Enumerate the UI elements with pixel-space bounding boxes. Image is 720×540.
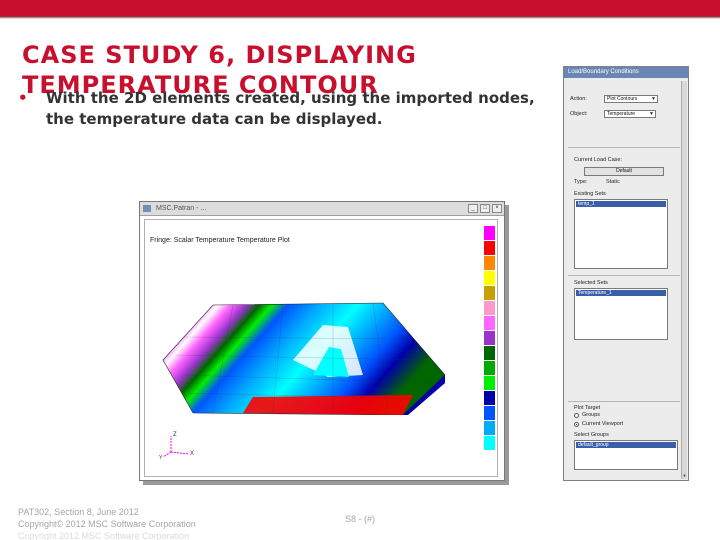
slide-title-line1: CASE STUDY 6, DISPLAYING [22, 41, 417, 69]
list-item[interactable]: Temperature_1 [576, 290, 666, 296]
type-value: Static [606, 179, 620, 185]
select-groups-list[interactable]: default_group [574, 440, 678, 470]
legend-swatch [484, 316, 495, 331]
axis-x-label: X [190, 451, 194, 457]
slide-number: S8 - (#) [345, 514, 376, 524]
panel-titlebar: Load/Boundary Conditions [564, 67, 688, 78]
legend-swatch [484, 406, 495, 421]
panel-scrollbar[interactable]: ▼ [681, 81, 687, 479]
chevron-down-icon: ▼ [651, 96, 656, 102]
load-case-button[interactable]: Default [584, 167, 664, 176]
legend-swatch [484, 421, 495, 436]
existing-sets-list[interactable]: temp_1 [574, 199, 668, 269]
footer-copyright: Copyright© 2012 MSC Software Corporation [18, 519, 196, 529]
separator [568, 275, 680, 276]
groups-radio[interactable] [574, 413, 579, 418]
current-viewport-radio[interactable] [574, 422, 579, 427]
groups-radio-label: Groups [582, 412, 601, 418]
object-select[interactable]: Temperature ▼ [604, 110, 656, 118]
legend-swatch [484, 226, 495, 241]
selected-sets-list[interactable]: Temperature_1 [574, 288, 668, 340]
chevron-down-icon: ▼ [649, 111, 654, 117]
action-label: Action: [570, 96, 587, 102]
selected-sets-label: Selected Sets [574, 280, 608, 286]
axis-y-label: Y [159, 455, 163, 460]
viewport[interactable]: Fringe: Scalar Temperature Temperature P… [144, 219, 498, 477]
panel-title: Load/Boundary Conditions [568, 69, 639, 75]
bullet-marker: • [18, 89, 28, 107]
legend-swatch [484, 391, 495, 406]
plot-window[interactable]: MSC.Patran - ... _ □ × Fringe: Scalar Te… [139, 201, 505, 481]
current-viewport-radio-label: Current Viewport [582, 421, 624, 427]
legend-swatch [484, 361, 495, 376]
list-item[interactable]: default_group [576, 442, 676, 448]
object-label: Object: [570, 111, 588, 117]
load-boundary-panel[interactable]: Load/Boundary Conditions Action: Plot Co… [563, 66, 689, 481]
app-icon [143, 205, 151, 212]
separator [568, 147, 680, 148]
footer-text: PAT302, Section 8, June 2012 Copyright© … [18, 506, 196, 530]
legend-swatch [484, 256, 495, 271]
coordinate-triad: Z X Y [159, 432, 194, 460]
plot-target-label: Plot Target [574, 405, 601, 411]
legend-swatch [484, 271, 495, 286]
type-label: Type: [574, 179, 588, 185]
maximize-button[interactable]: □ [480, 204, 490, 213]
legend-swatch [484, 331, 495, 346]
select-groups-label: Select Groups [574, 432, 609, 438]
separator [568, 401, 680, 402]
top-accent-bar [0, 0, 720, 16]
legend-swatch [484, 451, 495, 466]
legend-swatch [484, 346, 495, 361]
fringe-plot-title: Fringe: Scalar Temperature Temperature P… [150, 237, 290, 244]
close-button[interactable]: × [492, 204, 502, 213]
footer-copyright-ghost: Copyright 2012 MSC Software Corporation [18, 532, 190, 540]
footer-course: PAT302, Section 8, June 2012 [18, 507, 139, 517]
minimize-button[interactable]: _ [468, 204, 478, 213]
list-item[interactable]: temp_1 [576, 201, 666, 207]
action-select[interactable]: Plot Contours ▼ [604, 95, 658, 103]
action-value: Plot Contours [607, 96, 638, 102]
legend-swatch [484, 436, 495, 451]
plot-window-titlebar[interactable]: MSC.Patran - ... _ □ × [140, 202, 504, 216]
legend-swatch [484, 301, 495, 316]
axis-z-label: Z [173, 432, 177, 438]
existing-sets-label: Existing Sets [574, 191, 606, 197]
top-accent-shadow [0, 16, 720, 19]
legend-swatch [484, 376, 495, 391]
bullet-text: With the 2D elements created, using the … [46, 89, 535, 128]
temperature-contour-surface [162, 302, 445, 415]
scroll-down-icon[interactable]: ▼ [682, 473, 687, 479]
legend-swatch [484, 286, 495, 301]
legend-swatch [484, 241, 495, 256]
current-load-case-label: Current Load Case: [574, 157, 622, 163]
plot-window-title: MSC.Patran - ... [156, 205, 207, 212]
object-value: Temperature [607, 111, 636, 117]
